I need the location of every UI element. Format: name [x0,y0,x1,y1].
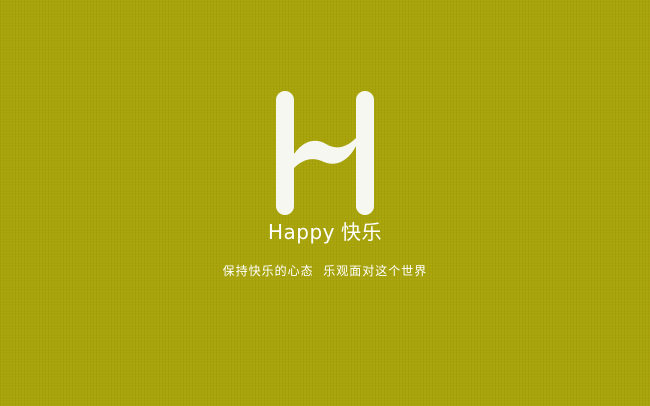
brand-name-en: Happy [267,220,336,244]
letter-h-ribbon-icon [276,91,374,215]
brand-title: Happy 快乐 [0,218,650,246]
splash-screen: Happy 快乐 保持快乐的心态 乐观面对这个世界 [0,0,650,406]
brand-name-cn: 快乐 [341,220,383,244]
tagline: 保持快乐的心态 乐观面对这个世界 [222,264,428,278]
